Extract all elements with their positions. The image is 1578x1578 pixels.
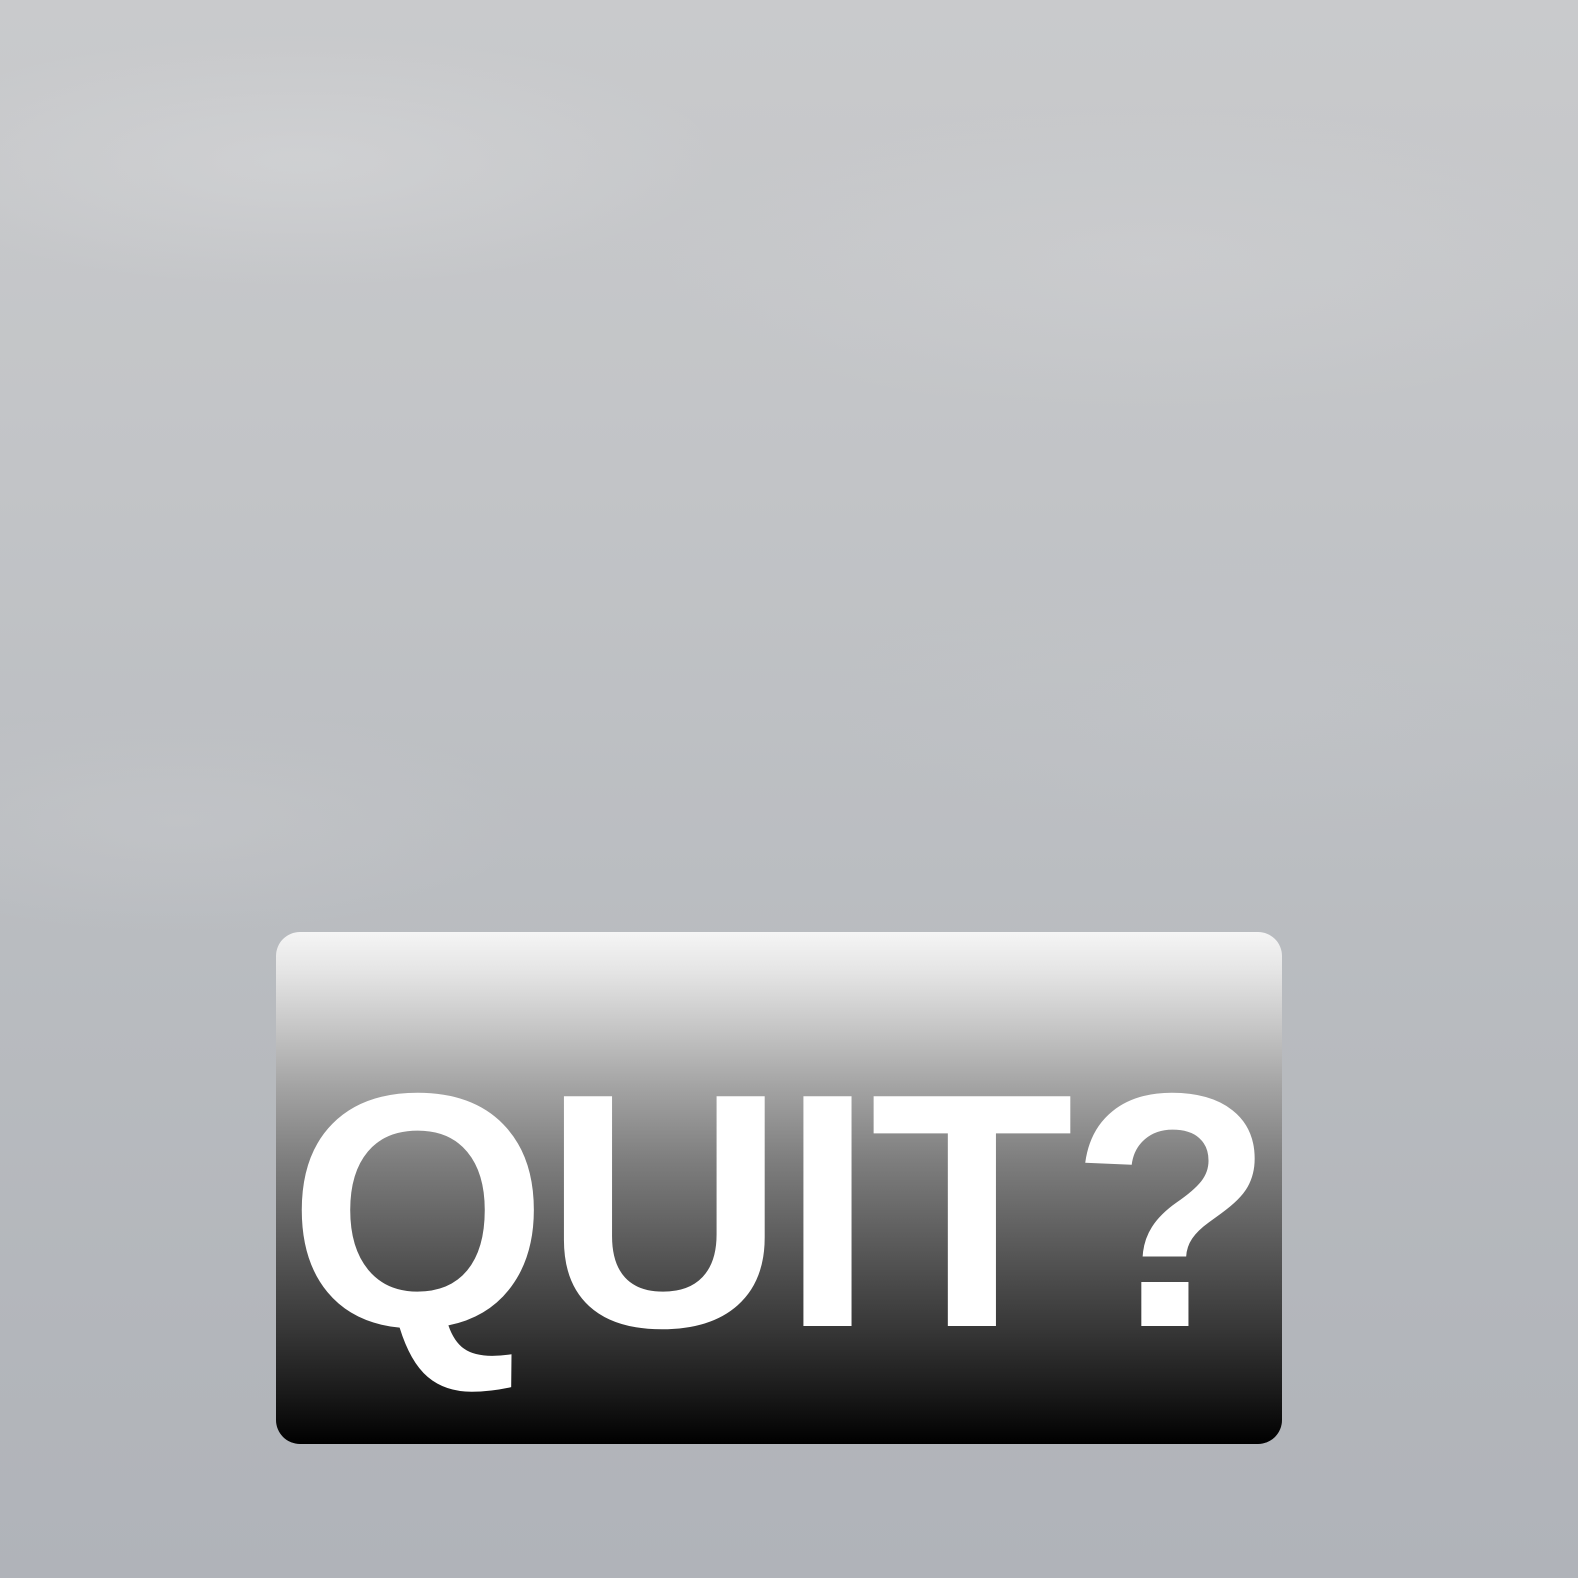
quit-text: QUIT? (288, 1024, 1274, 1397)
quit-badge: QUIT? (276, 932, 1282, 1444)
